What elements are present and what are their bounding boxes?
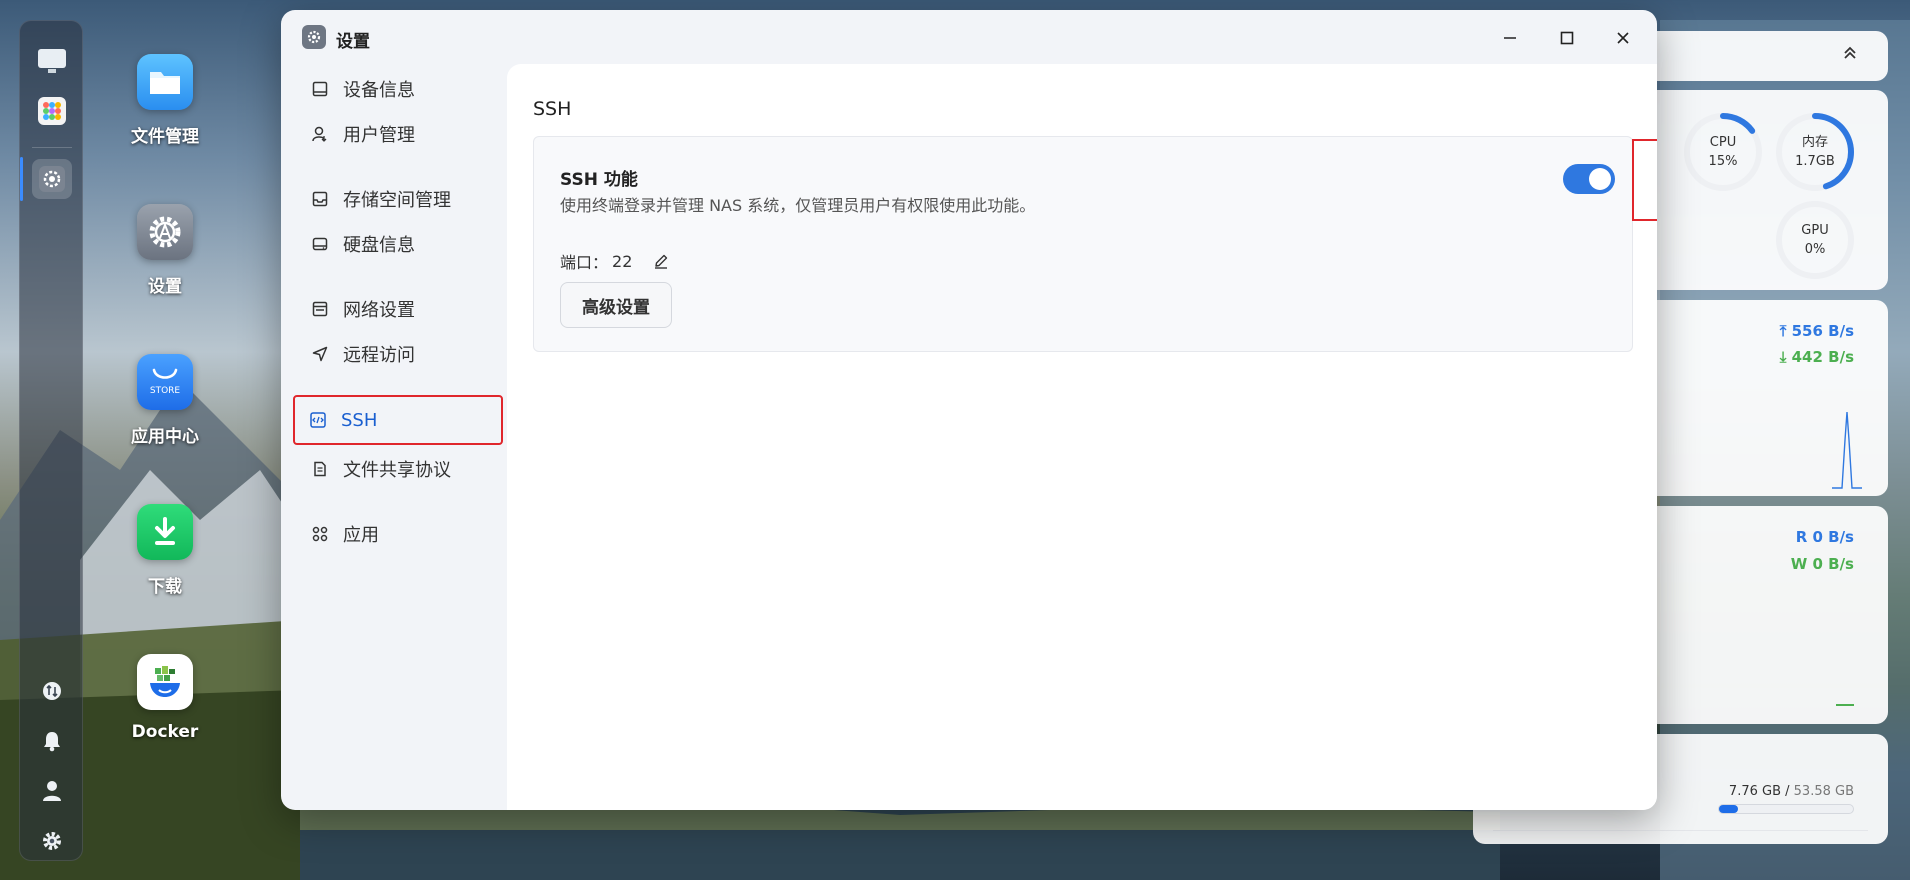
memory-label: 内存 <box>1801 135 1828 150</box>
desktop-app-store[interactable]: STORE 应用中心 <box>120 354 210 447</box>
gpu-label: GPU <box>1801 223 1829 238</box>
titlebar: 设置 <box>281 10 1657 64</box>
sidebar-item-label: SSH <box>341 409 378 431</box>
collapse-icon[interactable] <box>1842 45 1858 65</box>
close-button[interactable] <box>1607 24 1639 52</box>
minimize-icon <box>1504 37 1516 39</box>
storage-bar-fill <box>1719 805 1739 813</box>
gpu-value: 0% <box>1804 242 1826 257</box>
monitor-icon <box>311 80 329 98</box>
ssh-settings-panel: SSH SSH 功能 使用终端登录并管理 NAS 系统，仅管理员用户有权限使用此… <box>507 64 1657 810</box>
app-label: Docker <box>131 722 199 742</box>
app-label: 下载 <box>148 577 182 597</box>
cpu-value: 15% <box>1708 154 1738 169</box>
edit-icon[interactable] <box>652 252 670 270</box>
dock-active-indicator <box>20 157 23 201</box>
sidebar-item-file-sharing[interactable]: 文件共享协议 <box>297 447 503 491</box>
port-value: 22 <box>612 251 633 271</box>
storage-icon <box>311 190 329 208</box>
sidebar-item-ssh[interactable]: SSH <box>293 395 503 445</box>
sidebar-item-remote-access[interactable]: 远程访问 <box>297 332 503 376</box>
file-icon <box>311 460 329 478</box>
disk-write-rate: W 0 B/s <box>1790 555 1854 573</box>
desktop-icon[interactable] <box>32 41 72 81</box>
close-icon <box>1617 32 1629 44</box>
download-rate: ⤓ 442 B/s <box>1779 348 1854 366</box>
toggle-knob <box>1589 168 1611 190</box>
app-label: 应用中心 <box>131 427 199 447</box>
sidebar-item-storage-management[interactable]: 存储空间管理 <box>297 177 503 221</box>
maximize-icon <box>1560 31 1574 45</box>
disk-read-rate: R 0 B/s <box>1795 528 1854 546</box>
sidebar-item-device-info[interactable]: 设备信息 <box>297 67 503 111</box>
minimize-button[interactable] <box>1494 24 1526 52</box>
settings-icon <box>302 25 326 49</box>
ssh-toggle[interactable] <box>1563 164 1615 194</box>
apps-grid-icon[interactable] <box>32 91 72 131</box>
docker-icon <box>137 654 193 710</box>
gear-icon[interactable] <box>32 821 72 861</box>
advanced-settings-button[interactable]: 高级设置 <box>560 282 672 328</box>
download-icon <box>137 504 193 560</box>
maximize-button[interactable] <box>1551 24 1583 52</box>
desktop-app-settings[interactable]: 设置 <box>120 204 210 297</box>
upload-rate: ⤒ 556 B/s <box>1779 322 1854 340</box>
divider <box>1493 830 1868 831</box>
disk-icon <box>311 235 329 253</box>
cpu-label: CPU <box>1709 135 1737 150</box>
page-title: SSH <box>533 98 572 120</box>
download-icon: ⤓ <box>1779 348 1792 366</box>
send-icon <box>311 345 329 363</box>
sidebar-item-user-management[interactable]: 用户管理 <box>297 112 503 156</box>
toggle-highlight <box>1632 139 1657 221</box>
storage-usage-text: 7.76 GB / 53.58 GB <box>1728 784 1854 799</box>
memory-value: 1.7GB <box>1795 154 1835 169</box>
window-title: 设置 <box>336 32 370 52</box>
storage-bar <box>1718 804 1854 814</box>
sidebar-item-label: 存储空间管理 <box>343 190 451 211</box>
memory-gauge: 内存 1.7GB <box>1775 112 1855 192</box>
transfer-icon[interactable] <box>32 671 72 711</box>
dock-divider <box>32 147 72 148</box>
app-label: 设置 <box>148 277 182 297</box>
sidebar-item-label: 文件共享协议 <box>343 460 451 481</box>
settings-icon <box>137 204 193 260</box>
folder-icon <box>137 54 193 110</box>
user-icon[interactable] <box>32 771 72 811</box>
desktop-app-download[interactable]: 下载 <box>120 504 210 597</box>
settings-icon[interactable] <box>32 159 72 199</box>
store-icon: STORE <box>137 354 193 410</box>
upload-icon: ⤒ <box>1779 322 1792 340</box>
dock <box>19 20 83 861</box>
settings-window: 设置 设备信息 用户管理 存储空间管理 硬盘信息 网络设置 远程访问 SSH 文… <box>281 10 1657 810</box>
sidebar-item-disk-info[interactable]: 硬盘信息 <box>297 222 503 266</box>
app-label: 文件管理 <box>131 127 199 147</box>
disk-io-sparkline <box>1836 704 1854 706</box>
gpu-gauge: GPU 0% <box>1775 200 1855 280</box>
ssh-description: 使用终端登录并管理 NAS 系统，仅管理员用户有权限使用此功能。 <box>560 196 1036 215</box>
sidebar-item-network-settings[interactable]: 网络设置 <box>297 287 503 331</box>
ssh-function-label: SSH 功能 <box>560 170 638 190</box>
ssh-card: SSH 功能 使用终端登录并管理 NAS 系统，仅管理员用户有权限使用此功能。 … <box>533 136 1657 352</box>
network-sparkline <box>1832 411 1862 489</box>
settings-sidebar: 设备信息 用户管理 存储空间管理 硬盘信息 网络设置 远程访问 SSH 文件共享… <box>281 64 507 810</box>
sidebar-item-label: 用户管理 <box>343 125 415 146</box>
network-icon <box>311 300 329 318</box>
desktop-app-file-manager[interactable]: 文件管理 <box>120 54 210 147</box>
store-icon-text: STORE <box>149 386 181 396</box>
sidebar-item-label: 远程访问 <box>343 345 415 366</box>
desktop-app-docker[interactable]: Docker <box>120 654 210 742</box>
port-label: 端口： <box>560 253 609 272</box>
port-row: 端口： 22 <box>560 249 670 273</box>
cpu-gauge: CPU 15% <box>1683 112 1763 192</box>
sidebar-item-label: 应用 <box>343 525 379 546</box>
apps-icon <box>311 525 329 543</box>
user-icon <box>311 125 329 143</box>
sidebar-item-label: 设备信息 <box>343 80 415 101</box>
sidebar-item-label: 硬盘信息 <box>343 235 415 256</box>
sidebar-item-label: 网络设置 <box>343 300 415 321</box>
code-icon <box>309 411 327 429</box>
bell-icon[interactable] <box>32 721 72 761</box>
sidebar-item-apps[interactable]: 应用 <box>297 512 503 556</box>
